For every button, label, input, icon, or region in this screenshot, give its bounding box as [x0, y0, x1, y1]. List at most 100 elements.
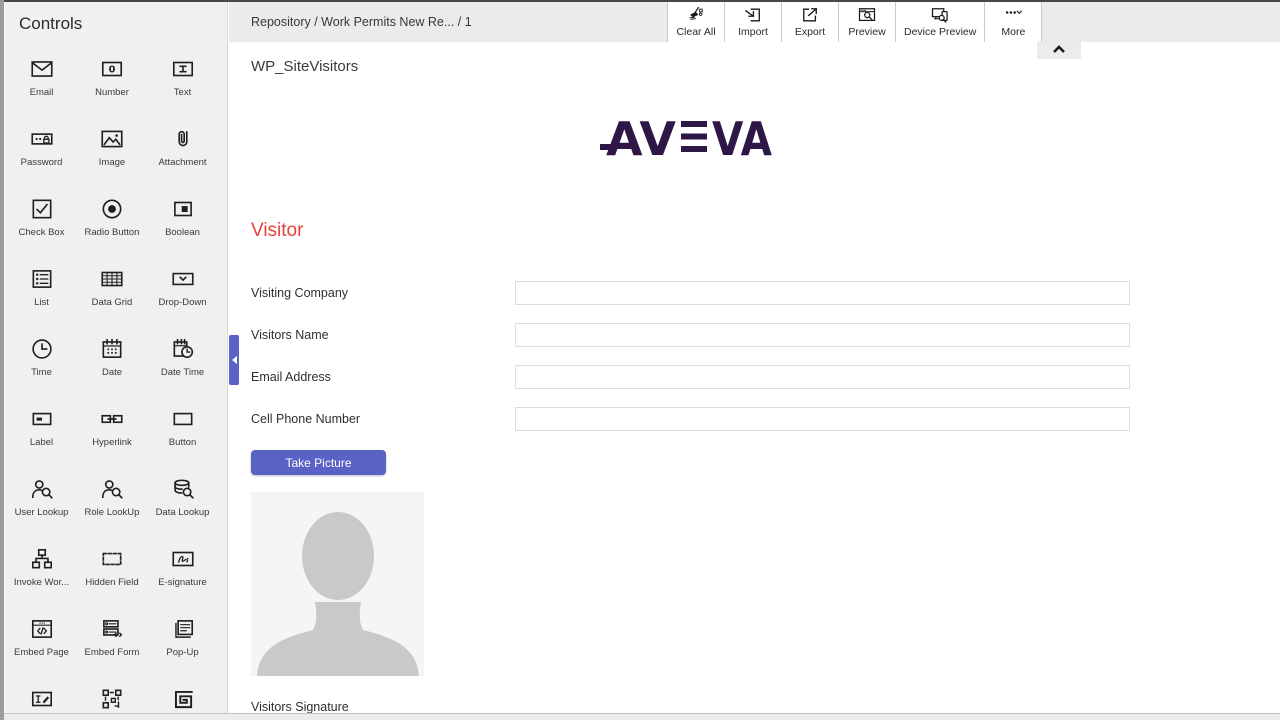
svg-text:0: 0: [109, 65, 116, 76]
clear-all-icon: [686, 5, 706, 25]
control-item-label: Date: [102, 367, 122, 378]
text-icon: [170, 56, 196, 82]
cell-phone-number-input[interactable]: [515, 407, 1130, 431]
control-item-date[interactable]: Date: [77, 330, 147, 400]
control-item-image[interactable]: Image: [77, 120, 147, 190]
data-grid-icon: [99, 266, 125, 292]
control-item-drop-down[interactable]: Drop-Down: [147, 260, 218, 330]
control-item-label: Email: [30, 87, 54, 98]
control-item-label: Hyperlink: [92, 437, 132, 448]
control-item-attachment[interactable]: Attachment: [147, 120, 218, 190]
form-fields: Visiting Company Visitors Name Email Addre…: [251, 281, 1141, 449]
toolbar-button-label: More: [1001, 26, 1025, 38]
control-item-radio-button[interactable]: Radio Button: [77, 190, 147, 260]
toolbar: Clear AllImport Export Preview Device Previ…: [667, 2, 1042, 42]
visitors-name-input[interactable]: [515, 323, 1130, 347]
form-field-row: Visiting Company: [251, 281, 1141, 305]
control-item-label: Drop-Down: [158, 297, 206, 308]
control-item-check-box[interactable]: Check Box: [6, 190, 77, 260]
avatar[interactable]: [251, 492, 424, 676]
qr-code-icon: [99, 686, 125, 712]
control-item-pop-up[interactable]: Pop-Up: [147, 610, 218, 680]
control-item-label: Password: [21, 157, 63, 168]
breadcrumb: Repository / Work Permits New Re... / 1: [251, 2, 472, 42]
device-preview-button[interactable]: Device Preview: [895, 2, 984, 42]
control-item-rich-text[interactable]: [6, 680, 77, 714]
visiting-company-input[interactable]: [515, 281, 1130, 305]
control-item-embed-page[interactable]: Embed Page: [6, 610, 77, 680]
control-item-label: Time: [31, 367, 52, 378]
form-field-row: Email Address: [251, 365, 1141, 389]
window-top-edge: [0, 0, 1280, 2]
control-item-label: Label: [30, 437, 53, 448]
control-item-list[interactable]: List: [6, 260, 77, 330]
control-item-email[interactable]: Email: [6, 50, 77, 120]
embed-page-icon: [29, 616, 55, 642]
checkbox-icon: [29, 196, 55, 222]
control-item-invoke-wor[interactable]: Invoke Wor...: [6, 540, 77, 610]
window-left-edge: [0, 0, 4, 720]
svg-text:AV: AV: [606, 114, 676, 160]
chevron-up-icon: [1051, 42, 1067, 60]
control-item-label: Boolean: [165, 227, 200, 238]
date-icon: [99, 336, 125, 362]
export-button[interactable]: Export: [781, 2, 838, 42]
control-item-embed-form[interactable]: Embed Form: [77, 610, 147, 680]
preview-button[interactable]: Preview: [838, 2, 895, 42]
form-field-row: Cell Phone Number: [251, 407, 1141, 431]
control-item-e-signature[interactable]: E-signature: [147, 540, 218, 610]
toolbar-button-label: Preview: [848, 26, 885, 38]
import-button[interactable]: Import: [724, 2, 781, 42]
cell-phone-number-label: Cell Phone Number: [251, 412, 515, 426]
control-item-label: Embed Form: [85, 647, 140, 658]
control-item-user-lookup[interactable]: User Lookup: [6, 470, 77, 540]
control-item-boolean[interactable]: Boolean: [147, 190, 218, 260]
collapse-toolbar-tab[interactable]: [1037, 42, 1081, 59]
invoke-workflow-icon: [29, 546, 55, 572]
sidebar-title: Controls: [19, 14, 227, 34]
take-picture-button[interactable]: Take Picture: [251, 450, 386, 475]
clear-all-button[interactable]: Clear All: [667, 2, 724, 42]
control-item-label: Attachment: [158, 157, 206, 168]
control-item-time[interactable]: Time: [6, 330, 77, 400]
form-title: WP_SiteVisitors: [251, 58, 358, 75]
chevron-left-icon: [232, 356, 237, 364]
control-item-password[interactable]: Password: [6, 120, 77, 190]
control-item-label[interactable]: Label: [6, 400, 77, 470]
control-item-button[interactable]: Button: [147, 400, 218, 470]
control-item-role-lookup[interactable]: Role LookUp: [77, 470, 147, 540]
control-item-data-grid[interactable]: Data Grid: [77, 260, 147, 330]
aveva-logo: AV VA: [600, 114, 772, 160]
hyperlink-icon: [99, 406, 125, 432]
image-icon: [99, 126, 125, 152]
control-item-label: Pop-Up: [166, 647, 198, 658]
control-item-number[interactable]: 0Number: [77, 50, 147, 120]
control-item-text[interactable]: Text: [147, 50, 218, 120]
form-canvas: WP_SiteVisitors AV VA Visitor Visiting C…: [229, 42, 1280, 714]
sidebar-collapse-handle[interactable]: [229, 335, 239, 385]
control-item-label: Check Box: [19, 227, 65, 238]
control-item-hyperlink[interactable]: Hyperlink: [77, 400, 147, 470]
control-item-data-lookup[interactable]: Data Lookup: [147, 470, 218, 540]
more-button[interactable]: More: [984, 2, 1041, 42]
button-icon: [170, 406, 196, 432]
email-address-input[interactable]: [515, 365, 1130, 389]
control-item-qr-code[interactable]: [77, 680, 147, 714]
control-item-hidden-field[interactable]: Hidden Field: [77, 540, 147, 610]
device-preview-icon: [930, 5, 950, 25]
form-field-row: Visitors Name: [251, 323, 1141, 347]
control-item-date-time[interactable]: Date Time: [147, 330, 218, 400]
role-lookup-icon: [99, 476, 125, 502]
visiting-company-label: Visiting Company: [251, 286, 515, 300]
list-icon: [29, 266, 55, 292]
control-item-label: Hidden Field: [85, 577, 138, 588]
horizontal-scrollbar[interactable]: [0, 713, 1280, 720]
rich-text-icon: [29, 686, 55, 712]
email-icon: [29, 56, 55, 82]
import-icon: [743, 5, 763, 25]
control-item-spiral[interactable]: [147, 680, 218, 714]
control-item-label: E-signature: [158, 577, 207, 588]
hidden-field-icon: [99, 546, 125, 572]
control-item-label: Role LookUp: [85, 507, 140, 518]
toolbar-button-label: Export: [795, 26, 825, 38]
